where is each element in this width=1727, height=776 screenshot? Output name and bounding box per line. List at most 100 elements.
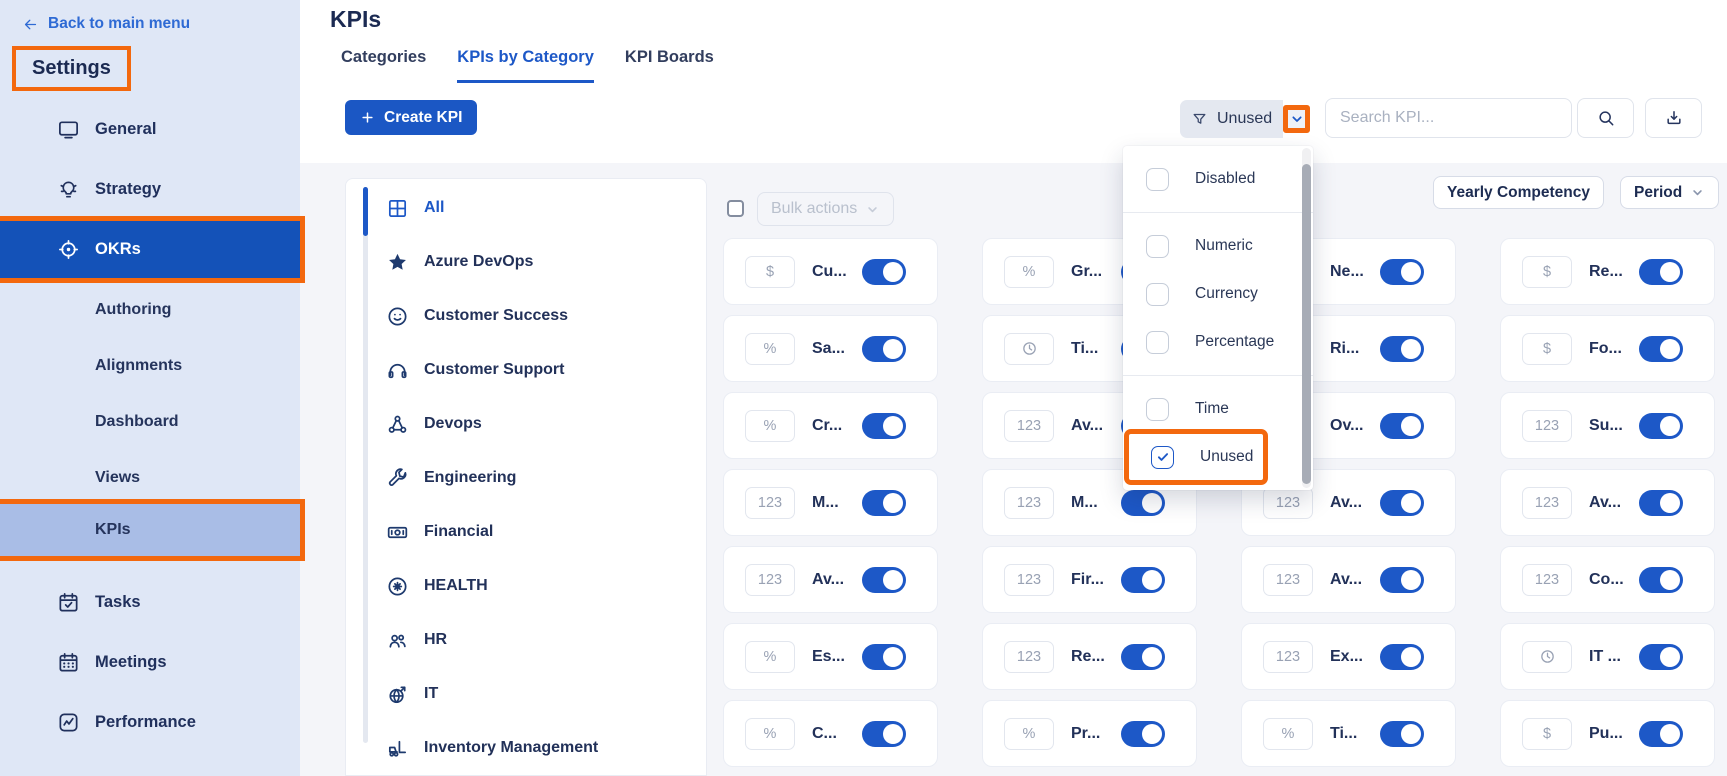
filter-option-percentage[interactable]: Percentage: [1123, 318, 1313, 366]
filter-option-numeric[interactable]: Numeric: [1123, 222, 1313, 270]
category-item-customer-success[interactable]: Customer Success: [346, 289, 706, 343]
category-item-engineering[interactable]: Engineering: [346, 451, 706, 505]
checkbox-checked-icon[interactable]: [1151, 445, 1174, 469]
sidebar-subitem-views[interactable]: Views: [0, 456, 300, 500]
sidebar-subitem-dashboard[interactable]: Dashboard: [0, 400, 300, 444]
filter-option-disabled[interactable]: Disabled: [1123, 155, 1313, 203]
period-dropdown-button[interactable]: Period: [1620, 176, 1720, 209]
dropdown-scrollbar-thumb[interactable]: [1302, 164, 1311, 484]
export-button[interactable]: [1645, 98, 1702, 138]
checkbox-unchecked-icon[interactable]: [1146, 167, 1169, 191]
kpi-toggle[interactable]: [1380, 489, 1424, 516]
sidebar-item-tasks[interactable]: Tasks: [0, 578, 300, 626]
download-icon: [1664, 108, 1684, 128]
kpi-toggle[interactable]: [862, 335, 906, 362]
kpi-toggle[interactable]: [862, 489, 906, 516]
bulk-actions-button[interactable]: Bulk actions: [757, 192, 895, 226]
bulk-select-checkbox[interactable]: [727, 200, 744, 217]
kpi-type-badge-percentage: %: [1004, 717, 1054, 750]
sidebar-item-general[interactable]: General: [0, 105, 300, 153]
search-input[interactable]: [1340, 109, 1550, 127]
kpi-toggle[interactable]: [1121, 566, 1165, 593]
kpi-toggle[interactable]: [1639, 489, 1683, 516]
sidebar-subitem-kpis[interactable]: KPIs: [0, 499, 305, 561]
category-item-devops[interactable]: Devops: [346, 397, 706, 451]
category-item-financial[interactable]: Financial: [346, 505, 706, 559]
filter-option-unused[interactable]: Unused: [1124, 429, 1268, 485]
kpi-toggle[interactable]: [1121, 643, 1165, 670]
kpi-type-badge-time: [1522, 640, 1572, 673]
kpi-toggle[interactable]: [1380, 643, 1424, 670]
kpi-card: 123 Fir...: [982, 546, 1197, 613]
category-item-it[interactable]: IT: [346, 667, 706, 721]
filter-option-currency[interactable]: Currency: [1123, 270, 1313, 318]
kpi-toggle[interactable]: [1639, 412, 1683, 439]
tab-kpi-boards[interactable]: KPI Boards: [625, 48, 714, 83]
kpi-type-badge-numeric: 123: [1522, 563, 1572, 596]
category-item-label: HEALTH: [424, 577, 488, 594]
sidebar-subitem-authoring[interactable]: Authoring: [0, 288, 300, 332]
kpi-toggle[interactable]: [1639, 335, 1683, 362]
calendar-check-icon: [57, 591, 80, 614]
kpi-toggle[interactable]: [862, 258, 906, 285]
kpi-card: 123 M...: [723, 469, 938, 536]
kpi-toggle[interactable]: [1121, 489, 1165, 516]
kpi-toggle[interactable]: [862, 643, 906, 670]
create-kpi-label: Create KPI: [384, 108, 463, 126]
kpi-toggle[interactable]: [1380, 335, 1424, 362]
sidebar-subitem-alignments[interactable]: Alignments: [0, 344, 300, 388]
kpi-toggle[interactable]: [1380, 412, 1424, 439]
kpi-name: Av...: [1330, 493, 1363, 511]
kpi-toggle[interactable]: [862, 412, 906, 439]
kpi-card: % Ti...: [1241, 700, 1456, 767]
checkbox-unchecked-icon[interactable]: [1146, 330, 1169, 354]
kpi-name: Fo...: [1589, 339, 1622, 357]
kpi-name: Fir...: [1071, 570, 1104, 588]
kpi-toggle[interactable]: [1380, 258, 1424, 285]
page-title: KPIs: [330, 6, 382, 32]
tab-kpis-by-category[interactable]: KPIs by Category: [457, 48, 594, 83]
create-kpi-button[interactable]: Create KPI: [345, 100, 478, 135]
kpi-toggle[interactable]: [1639, 643, 1683, 670]
kpi-card: $ Fo...: [1500, 315, 1715, 382]
filter-chip-button[interactable]: Unused: [1180, 100, 1284, 138]
kpi-toggle[interactable]: [1380, 566, 1424, 593]
category-item-azure-devops[interactable]: Azure DevOps: [346, 235, 706, 289]
category-item-all[interactable]: All: [346, 181, 706, 235]
tab-categories[interactable]: Categories: [341, 48, 426, 83]
category-item-hr[interactable]: HR: [346, 613, 706, 667]
sidebar-item-label: Tasks: [95, 592, 141, 611]
sidebar-item-strategy[interactable]: Strategy: [0, 165, 300, 213]
kpi-type-badge-percentage: %: [745, 409, 795, 442]
sidebar-item-meetings[interactable]: Meetings: [0, 638, 300, 686]
kpi-toggle[interactable]: [1380, 720, 1424, 747]
yearly-competency-button[interactable]: Yearly Competency: [1433, 176, 1605, 209]
kpi-name: Av...: [1330, 570, 1363, 588]
sidebar-item-performance[interactable]: Performance: [0, 698, 300, 746]
kpi-card: $ Cu...: [723, 238, 938, 305]
kpi-name: Re...: [1589, 262, 1623, 280]
kpi-type-badge-numeric: 123: [1522, 486, 1572, 519]
category-item-inventory-management[interactable]: Inventory Management: [346, 721, 706, 775]
kpi-name: Ex...: [1330, 647, 1363, 665]
kpi-toggle[interactable]: [1639, 566, 1683, 593]
category-item-customer-support[interactable]: Customer Support: [346, 343, 706, 397]
category-item-health[interactable]: HEALTH: [346, 559, 706, 613]
kpi-toggle[interactable]: [1121, 720, 1165, 747]
checkbox-unchecked-icon[interactable]: [1146, 234, 1169, 258]
filter-chevron-button[interactable]: [1283, 105, 1311, 133]
kpi-toggle[interactable]: [862, 720, 906, 747]
search-button[interactable]: [1577, 98, 1634, 138]
yearly-competency-label: Yearly Competency: [1447, 183, 1591, 201]
back-link-label: Back to main menu: [48, 15, 191, 32]
checkbox-unchecked-icon[interactable]: [1146, 282, 1169, 306]
sidebar-item-okrs[interactable]: OKRs: [0, 216, 305, 283]
kpi-name: Re...: [1071, 647, 1105, 665]
kpi-toggle[interactable]: [1639, 720, 1683, 747]
filter-option-time[interactable]: Time: [1123, 385, 1313, 433]
kpi-toggle[interactable]: [1639, 258, 1683, 285]
filter-option-label: Time: [1195, 400, 1229, 417]
checkbox-unchecked-icon[interactable]: [1146, 397, 1169, 421]
kpi-toggle[interactable]: [862, 566, 906, 593]
back-to-main-menu-link[interactable]: Back to main menu: [0, 0, 300, 33]
